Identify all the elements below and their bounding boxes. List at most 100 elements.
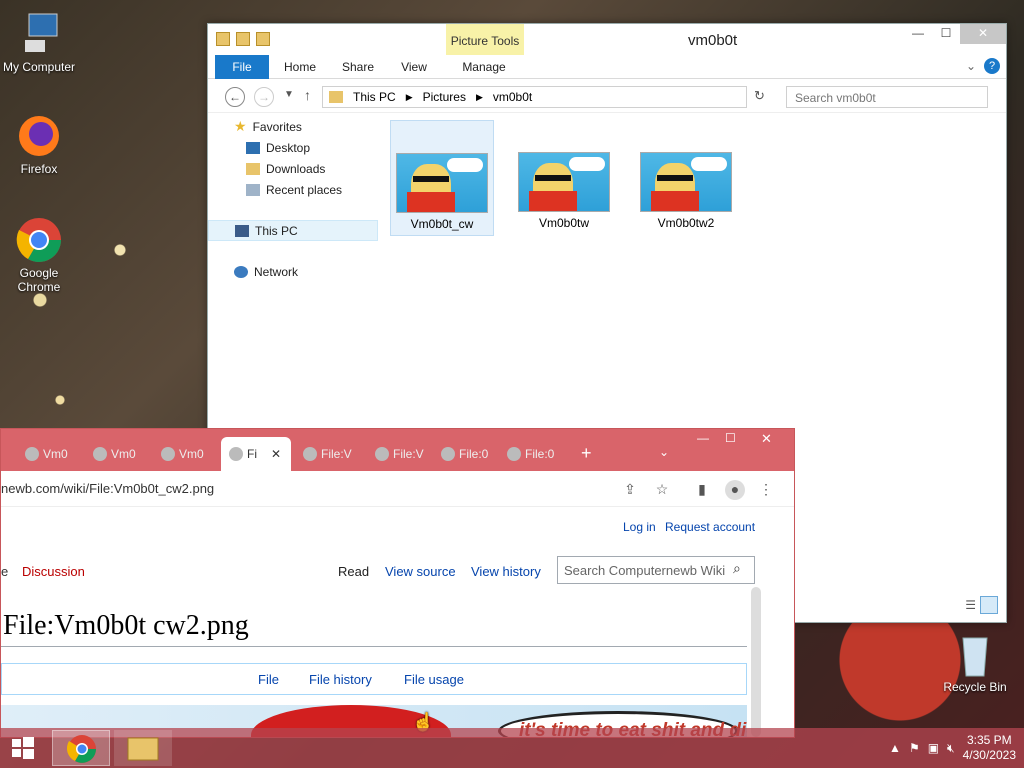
tab-view-history[interactable]: View history [471, 564, 541, 579]
chevron-right-icon: ▶ [405, 91, 413, 102]
network-icon[interactable]: ▣ [928, 741, 939, 755]
browser-tab[interactable]: File:0 [433, 437, 495, 471]
address-row: ← → ▼ ↑ This PC ▶ Pictures ▶ vm0b0t ↻ Se… [208, 79, 1006, 113]
back-button[interactable]: ← [225, 87, 245, 107]
maximize-button[interactable]: ☐ [932, 24, 960, 44]
search-icon[interactable]: ⌕ [733, 560, 741, 577]
tab-search-chevron-icon[interactable]: ⌄ [659, 445, 669, 459]
windows-logo-icon [12, 737, 34, 759]
file-usage-link[interactable]: File usage [404, 672, 464, 687]
new-tab-plus-icon[interactable]: + [581, 443, 592, 464]
page-title: File:Vm0b0t cw2.png [3, 610, 249, 641]
volume-muted-icon[interactable]: 🔇︎ [947, 741, 955, 756]
help-icon[interactable]: ? [984, 58, 1000, 74]
nav-item-downloads[interactable]: Downloads [208, 158, 378, 179]
breadcrumb-pictures[interactable]: Pictures [423, 90, 466, 104]
wiki-favicon-icon [507, 447, 521, 461]
browser-tab-active[interactable]: Fi ✕ [221, 437, 291, 471]
profile-avatar-icon[interactable]: ● [725, 480, 745, 500]
tab-close-icon[interactable]: ✕ [271, 447, 281, 461]
new-folder-icon[interactable] [256, 32, 270, 46]
nav-item-favorites[interactable]: ★ Favorites [208, 116, 378, 137]
file-item[interactable]: Vm0b0tw2 [634, 120, 738, 230]
up-arrow-icon[interactable]: ↑ [304, 87, 311, 103]
file-link[interactable]: File [258, 672, 279, 687]
nav-item-this-pc[interactable]: This PC [208, 220, 378, 241]
properties-icon[interactable] [236, 32, 250, 46]
ribbon-tab-manage[interactable]: Manage [454, 55, 514, 79]
bookmark-star-icon[interactable]: ☆ [653, 480, 671, 498]
browser-tab[interactable]: Vm0 [153, 437, 215, 471]
scrollbar[interactable] [751, 587, 761, 737]
window-title: vm0b0t [688, 32, 738, 49]
nav-item-desktop[interactable]: Desktop [208, 137, 378, 158]
search-input[interactable]: Search vm0b0t [786, 86, 988, 108]
file-name: Vm0b0t_cw [410, 217, 474, 231]
address-bar[interactable]: This PC ▶ Pictures ▶ vm0b0t [322, 86, 747, 108]
minimize-button[interactable]: — [697, 431, 709, 445]
clock-date: 4/30/2023 [962, 748, 1016, 762]
ribbon-tab-share[interactable]: Share [336, 55, 380, 79]
request-account-link[interactable]: Request account [665, 520, 755, 534]
show-hidden-icons-icon[interactable]: ▲ [889, 741, 901, 755]
file-item[interactable]: Vm0b0t_cw [390, 120, 494, 236]
browser-tab[interactable]: File:V [367, 437, 429, 471]
desktop-icon-google-chrome[interactable]: Google Chrome [1, 216, 77, 294]
tab-view-source[interactable]: View source [385, 564, 456, 579]
menu-dots-icon[interactable]: ⋮ [757, 480, 775, 498]
url-bar[interactable]: newb.com/wiki/File:Vm0b0t_cw2.png [1, 475, 681, 503]
desktop-icon-my-computer[interactable]: My Computer [1, 10, 77, 74]
taskbar-explorer-button[interactable] [114, 730, 172, 766]
close-button[interactable]: ✕ [761, 431, 772, 447]
file-name: Vm0b0tw [538, 216, 590, 230]
recycle-bin-icon [951, 630, 999, 678]
clock-time: 3:35 PM [966, 733, 1012, 747]
desktop-icon-label: Google Chrome [17, 266, 61, 294]
browser-tab[interactable]: File:V [295, 437, 363, 471]
desktop-icon-firefox[interactable]: Firefox [1, 112, 77, 176]
clock[interactable]: 3:35 PM 4/30/2023 [963, 733, 1016, 763]
folder-icon[interactable] [216, 32, 230, 46]
action-center-flag-icon[interactable]: ⚑ [909, 741, 920, 755]
forward-button[interactable]: → [254, 87, 274, 107]
maximize-button[interactable]: ☐ [725, 431, 736, 445]
browser-tab[interactable]: File:0 [499, 437, 563, 471]
image-thumbnail [640, 152, 732, 212]
chevron-down-icon[interactable]: ⌄ [966, 59, 976, 73]
breadcrumb-this-pc[interactable]: This PC [353, 90, 396, 104]
tab-page[interactable]: e [1, 564, 8, 579]
tab-discussion[interactable]: Discussion [22, 564, 85, 579]
large-icons-view-icon[interactable] [980, 596, 998, 614]
desktop-icon-recycle-bin[interactable]: Recycle Bin [937, 630, 1013, 694]
tab-read[interactable]: Read [338, 564, 369, 579]
nav-item-recent-places[interactable]: Recent places [208, 179, 378, 200]
nav-item-network[interactable]: Network [208, 261, 378, 282]
ribbon-tab-view[interactable]: View [394, 55, 434, 79]
login-link[interactable]: Log in [623, 520, 656, 534]
chrome-icon [15, 216, 63, 264]
wiki-favicon-icon [441, 447, 455, 461]
desktop-icon-label: Firefox [20, 162, 58, 176]
file-history-link[interactable]: File history [309, 672, 372, 687]
close-button[interactable]: ✕ [960, 24, 1006, 44]
recent-locations-chevron-icon[interactable]: ▼ [284, 89, 294, 100]
star-icon: ★ [234, 118, 247, 134]
browser-tab[interactable]: Vm0 [17, 437, 79, 471]
browser-tab[interactable]: Vm0 [85, 437, 147, 471]
chevron-right-icon: ▶ [475, 91, 483, 102]
share-icon[interactable]: ⇪ [621, 480, 639, 498]
wiki-search-input[interactable]: Search Computernewb Wiki [557, 556, 755, 584]
quick-access-toolbar [216, 32, 270, 46]
folder-icon [127, 737, 159, 761]
ribbon-tab-home[interactable]: Home [278, 55, 322, 79]
file-item[interactable]: Vm0b0tw [512, 120, 616, 230]
side-panel-icon[interactable]: ▮ [693, 480, 711, 498]
minimize-button[interactable]: — [904, 24, 932, 44]
breadcrumb-vm0b0t[interactable]: vm0b0t [493, 90, 532, 104]
ribbon-tab-file[interactable]: File [215, 55, 269, 79]
taskbar-chrome-button[interactable] [52, 730, 110, 766]
details-view-icon[interactable]: ☰ [965, 598, 976, 612]
network-icon [234, 265, 248, 278]
refresh-icon[interactable]: ↻ [754, 88, 765, 104]
file-name: Vm0b0tw2 [657, 216, 715, 230]
